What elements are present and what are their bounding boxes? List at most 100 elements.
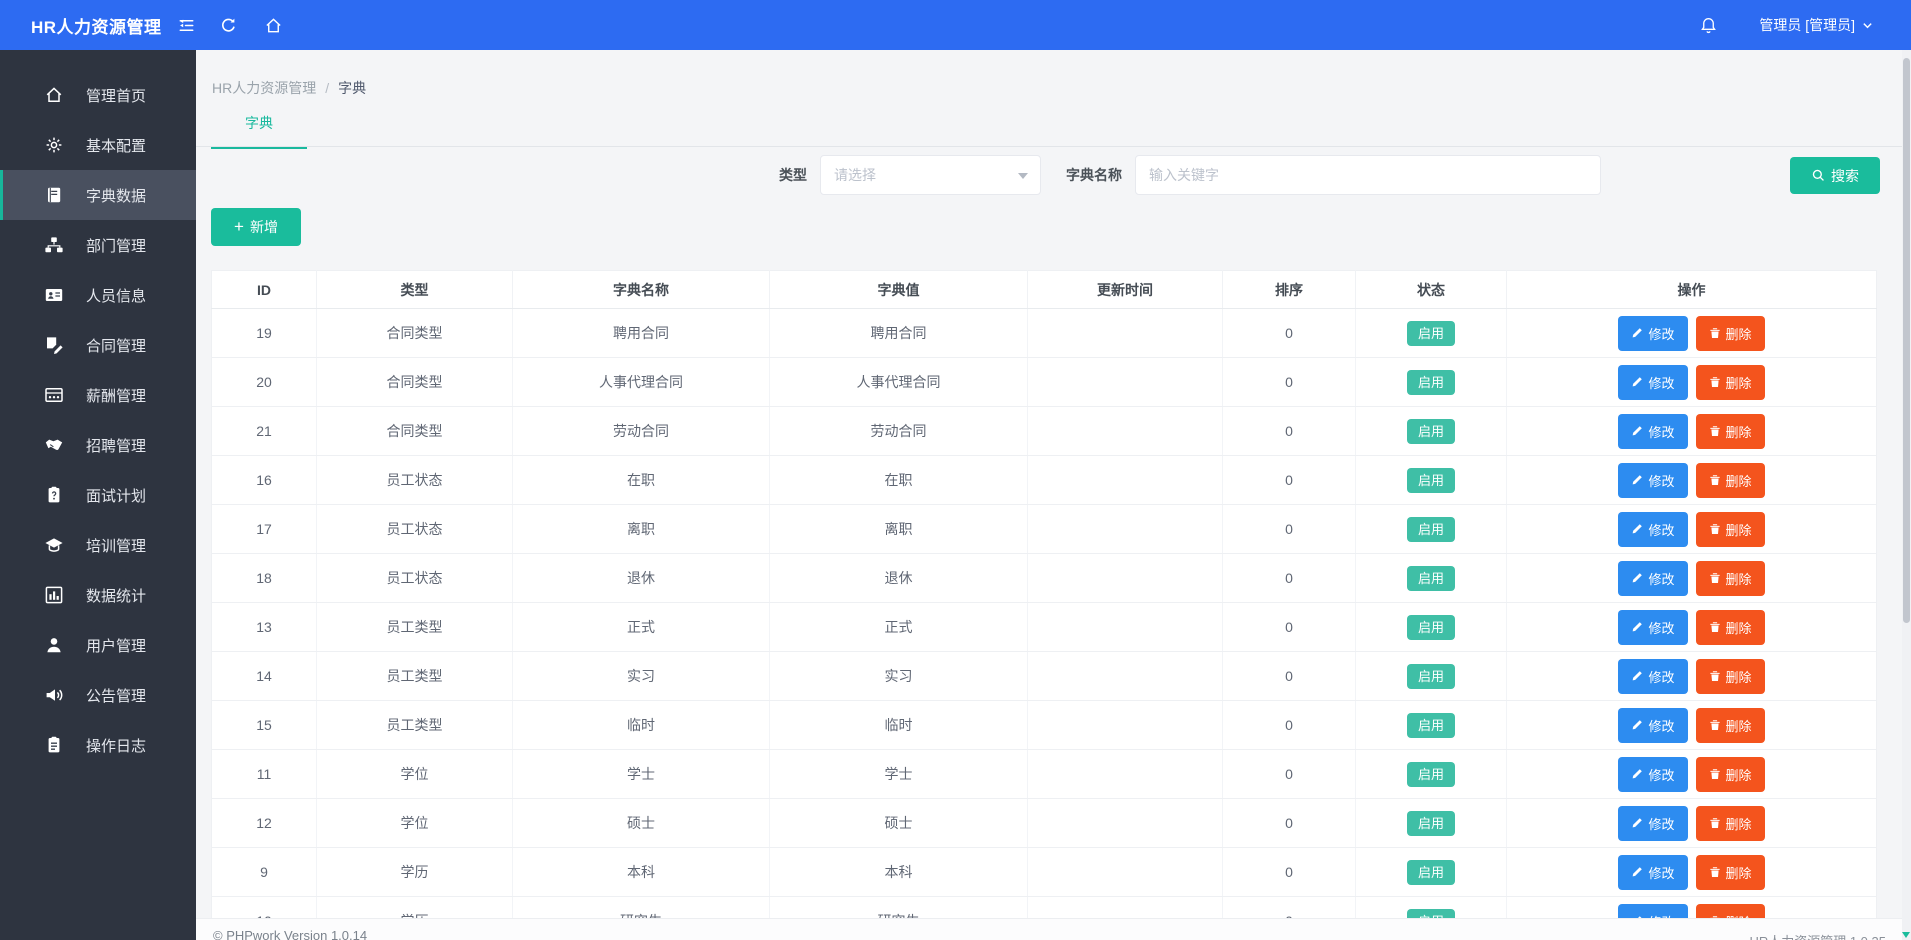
- delete-button[interactable]: 删除: [1696, 463, 1765, 498]
- sidebar-item-label: 部门管理: [86, 235, 146, 256]
- dict-name-input[interactable]: [1135, 155, 1601, 195]
- trash-icon: [1709, 719, 1721, 731]
- delete-button[interactable]: 删除: [1696, 610, 1765, 645]
- edit-button[interactable]: 修改: [1618, 708, 1687, 743]
- pencil-icon: [1631, 621, 1643, 633]
- sidebar-item-label: 数据统计: [86, 585, 146, 606]
- sidebar-item-clipboard[interactable]: 面试计划: [0, 470, 196, 520]
- trash-icon: [1709, 768, 1721, 780]
- edit-button[interactable]: 修改: [1618, 610, 1687, 645]
- cell-status: 启用: [1356, 456, 1507, 505]
- trash-icon: [1709, 474, 1721, 486]
- cell-updated: [1028, 456, 1223, 505]
- table-row: 17员工状态离职离职0启用修改删除: [212, 505, 1877, 554]
- cell-type: 员工状态: [317, 505, 513, 554]
- delete-button[interactable]: 删除: [1696, 316, 1765, 351]
- breadcrumb-separator: /: [325, 80, 329, 96]
- delete-button[interactable]: 删除: [1696, 708, 1765, 743]
- sitemap-icon: [44, 235, 64, 255]
- cell-actions: 修改 删除: [1507, 309, 1877, 358]
- trash-icon: [1709, 817, 1721, 829]
- sidebar-item-gear[interactable]: 基本配置: [0, 120, 196, 170]
- footer-copyright: © PHPwork Version 1.0.14: [213, 928, 367, 940]
- sidebar-item-contract[interactable]: 合同管理: [0, 320, 196, 370]
- type-select-placeholder: 请选择: [834, 165, 876, 185]
- edit-button-label: 修改: [1648, 471, 1674, 490]
- cell-actions: 修改 删除: [1507, 750, 1877, 799]
- type-select[interactable]: 请选择: [820, 155, 1041, 195]
- refresh-icon[interactable]: [216, 0, 240, 50]
- cell-type: 合同类型: [317, 358, 513, 407]
- edit-button[interactable]: 修改: [1618, 414, 1687, 449]
- edit-button[interactable]: 修改: [1618, 463, 1687, 498]
- cell-sort: 0: [1223, 603, 1356, 652]
- delete-button-label: 删除: [1726, 324, 1752, 343]
- sidebar-item-label: 字典数据: [86, 185, 146, 206]
- edit-button[interactable]: 修改: [1618, 806, 1687, 841]
- table-row: 21合同类型劳动合同劳动合同0启用修改删除: [212, 407, 1877, 456]
- sidebar-item-user[interactable]: 用户管理: [0, 620, 196, 670]
- pencil-icon: [1631, 670, 1643, 682]
- delete-button[interactable]: 删除: [1696, 659, 1765, 694]
- edit-button[interactable]: 修改: [1618, 365, 1687, 400]
- delete-button[interactable]: 删除: [1696, 855, 1765, 890]
- delete-button[interactable]: 删除: [1696, 414, 1765, 449]
- cell-actions: 修改删除: [1507, 505, 1877, 554]
- status-badge: 启用: [1407, 517, 1455, 542]
- pencil-icon: [1631, 327, 1643, 339]
- delete-button[interactable]: 删除: [1696, 757, 1765, 792]
- menu-fold-icon[interactable]: [174, 0, 198, 50]
- sidebar-item-handshake[interactable]: 招聘管理: [0, 420, 196, 470]
- tab-dictionary[interactable]: 字典: [211, 113, 307, 149]
- sidebar-item-log[interactable]: 操作日志: [0, 720, 196, 770]
- cell-actions: 修改删除: [1507, 603, 1877, 652]
- edit-button[interactable]: 修改: [1618, 757, 1687, 792]
- user-menu[interactable]: 管理员 [管理员]: [1759, 0, 1873, 50]
- trash-icon: [1709, 376, 1721, 388]
- sidebar-item-chart[interactable]: 数据统计: [0, 570, 196, 620]
- cell-type: 合同类型: [317, 309, 513, 358]
- cell-dict-name: 劳动合同: [513, 407, 770, 456]
- cell-dict-name: 人事代理合同: [513, 358, 770, 407]
- delete-button-label: 删除: [1726, 765, 1752, 784]
- sidebar-item-salary[interactable]: 薪酬管理: [0, 370, 196, 420]
- cell-updated: [1028, 799, 1223, 848]
- footer-version: HR人力资源管理 1.0.35: [1749, 931, 1886, 940]
- home-icon: [44, 85, 64, 105]
- scrollbar-track[interactable]: [1902, 50, 1911, 940]
- bell-icon[interactable]: [1696, 0, 1720, 50]
- sidebar-item-idcard[interactable]: 人员信息: [0, 270, 196, 320]
- table-header-row: ID类型字典名称字典值更新时间排序状态操作: [212, 271, 1877, 309]
- status-badge: 启用: [1407, 370, 1455, 395]
- edit-button[interactable]: 修改: [1618, 512, 1687, 547]
- edit-button[interactable]: 修改: [1618, 561, 1687, 596]
- sidebar-item-graduation[interactable]: 培训管理: [0, 520, 196, 570]
- sidebar-item-home[interactable]: 管理首页: [0, 70, 196, 120]
- pencil-icon: [1631, 523, 1643, 535]
- cell-dict-name: 正式: [513, 603, 770, 652]
- delete-button[interactable]: 删除: [1696, 365, 1765, 400]
- home-icon[interactable]: [261, 0, 285, 50]
- trash-icon: [1709, 866, 1721, 878]
- sidebar-item-bullhorn[interactable]: 公告管理: [0, 670, 196, 720]
- log-icon: [44, 735, 64, 755]
- add-button[interactable]: + 新增: [211, 208, 301, 246]
- delete-button[interactable]: 删除: [1696, 512, 1765, 547]
- cell-dict-value: 劳动合同: [770, 407, 1028, 456]
- search-button[interactable]: 搜索: [1790, 157, 1880, 194]
- delete-button[interactable]: 删除: [1696, 561, 1765, 596]
- sidebar: 管理首页基本配置字典数据部门管理人员信息合同管理薪酬管理招聘管理面试计划培训管理…: [0, 50, 196, 940]
- table-row: 20合同类型人事代理合同人事代理合同0启用修改删除: [212, 358, 1877, 407]
- breadcrumb-root[interactable]: HR人力资源管理: [212, 80, 316, 96]
- sidebar-item-sitemap[interactable]: 部门管理: [0, 220, 196, 270]
- edit-button[interactable]: 修改: [1618, 855, 1687, 890]
- delete-button[interactable]: 删除: [1696, 806, 1765, 841]
- sidebar-item-book[interactable]: 字典数据: [0, 170, 196, 220]
- cell-dict-value: 离职: [770, 505, 1028, 554]
- edit-button[interactable]: 修改: [1618, 659, 1687, 694]
- table-row: 13员工类型正式正式0启用修改删除: [212, 603, 1877, 652]
- cell-dict-name: 临时: [513, 701, 770, 750]
- scrollbar-thumb[interactable]: [1903, 58, 1910, 623]
- edit-button[interactable]: 修改: [1618, 316, 1687, 351]
- cell-dict-name: 退休: [513, 554, 770, 603]
